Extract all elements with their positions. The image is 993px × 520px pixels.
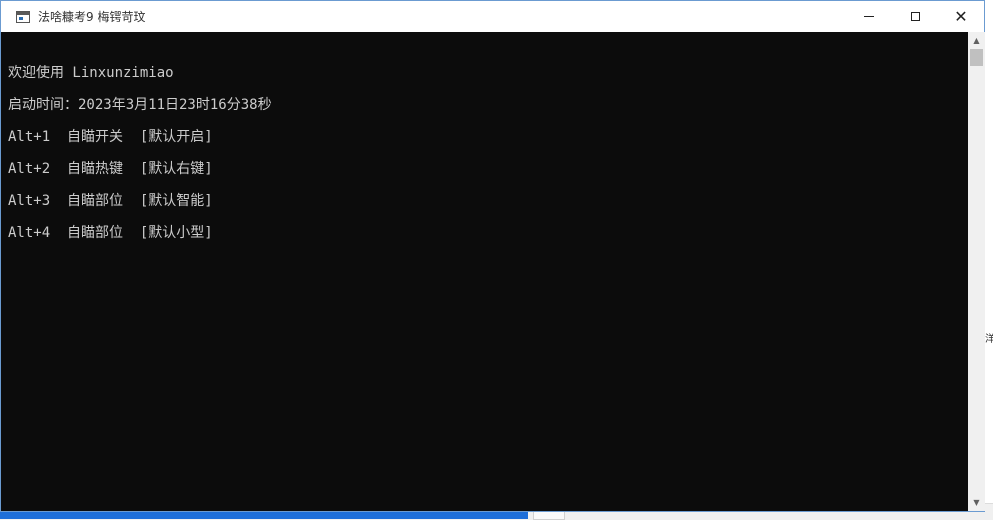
caption-buttons: ✕ [846,1,984,32]
scrollbar-thumb[interactable] [970,49,983,66]
console-window: 法啥糠考9 梅锷苛玟 ✕ 欢迎使用 Linxunzimiao 启动时间：2023… [0,0,985,512]
console-output[interactable]: 欢迎使用 Linxunzimiao 启动时间：2023年3月11日23时16分3… [1,32,968,511]
console-line-start-time: 启动时间：2023年3月11日23时16分38秒 [8,97,272,113]
console-line-hotkey-1: Alt+1 自瞄开关 [默认开启] [8,129,213,145]
close-button[interactable]: ✕ [938,1,984,32]
console-line-hotkey-4: Alt+4 自瞄部位 [默认小型] [8,225,213,241]
close-icon: ✕ [954,6,968,26]
minimize-button[interactable] [846,1,892,32]
console-app-icon[interactable] [16,10,30,23]
console-line-hotkey-2: Alt+2 自瞄热键 [默认右键] [8,161,213,177]
background-side-text: 洋 [985,334,993,345]
window-title: 法啥糠考9 梅锷苛玟 [38,10,146,24]
scroll-down-icon[interactable]: ▼ [968,494,985,511]
maximize-icon [910,12,920,21]
maximize-button[interactable] [892,1,938,32]
console-line-welcome: 欢迎使用 Linxunzimiao [8,65,174,81]
minimize-icon [864,16,874,17]
vertical-scrollbar[interactable]: ▲ ▼ [968,32,985,511]
scroll-up-icon[interactable]: ▲ [968,32,985,49]
console-line-hotkey-3: Alt+3 自瞄部位 [默认智能] [8,193,213,209]
title-bar[interactable]: 法啥糠考9 梅锷苛玟 ✕ [1,1,984,32]
